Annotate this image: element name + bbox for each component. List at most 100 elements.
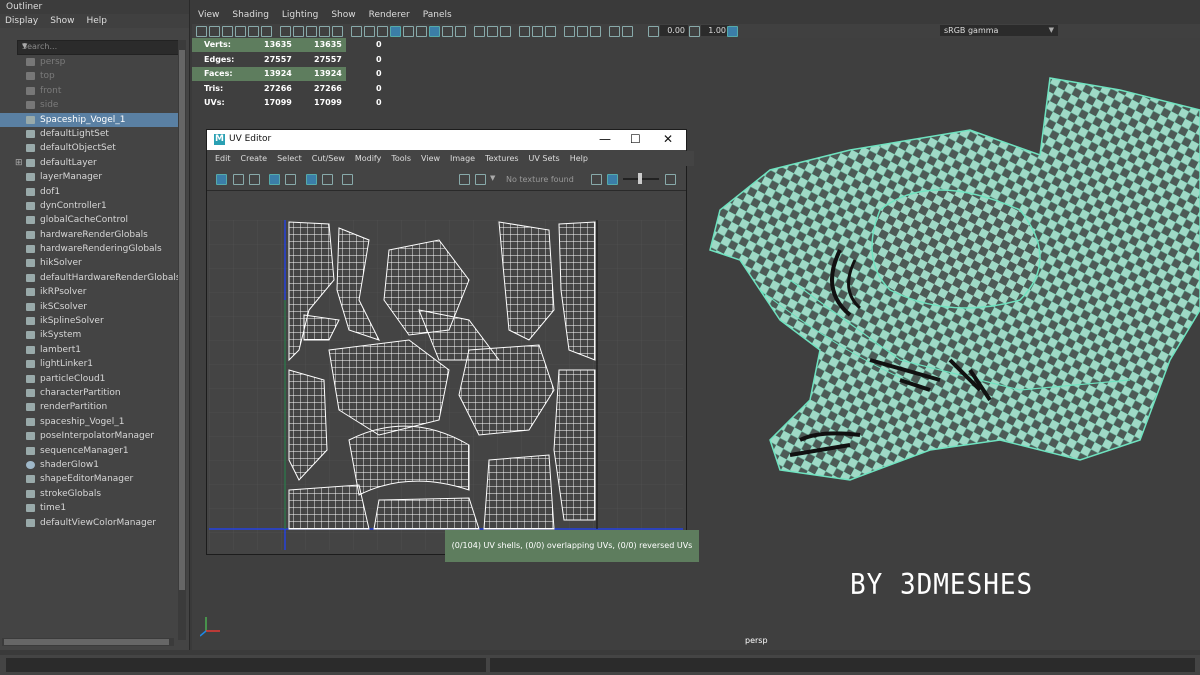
xray-active-icon[interactable] bbox=[564, 26, 575, 37]
outliner-item[interactable]: lambert1 bbox=[0, 343, 178, 357]
outliner-item[interactable]: particleCloud1 bbox=[0, 372, 178, 386]
outliner-item[interactable]: defaultViewColorManager bbox=[0, 516, 178, 530]
outliner-item[interactable]: renderPartition bbox=[0, 400, 178, 414]
depth-of-field-icon[interactable] bbox=[519, 26, 530, 37]
viewport-menu-view[interactable]: View bbox=[198, 10, 219, 24]
resolution-gate-icon[interactable] bbox=[306, 26, 317, 37]
2d-pan-zoom-icon[interactable] bbox=[248, 26, 259, 37]
outliner-item[interactable]: globalCacheControl bbox=[0, 213, 178, 227]
uv-menu-select[interactable]: Select bbox=[277, 151, 302, 166]
viewport-menu-lighting[interactable]: Lighting bbox=[282, 10, 318, 24]
ambient-occlusion-icon[interactable] bbox=[474, 26, 485, 37]
outliner-item[interactable]: side bbox=[0, 98, 178, 112]
outliner-search-input[interactable]: Search... ▼ bbox=[17, 40, 184, 55]
minimize-button[interactable]: — bbox=[599, 132, 611, 146]
outliner-item[interactable]: sequenceManager1 bbox=[0, 444, 178, 458]
color-space-select[interactable]: sRGB gamma ▼ bbox=[940, 25, 1058, 36]
safe-action-icon[interactable] bbox=[351, 26, 362, 37]
field-chart-icon[interactable] bbox=[332, 26, 343, 37]
outliner-item[interactable]: top bbox=[0, 69, 178, 83]
chevron-down-icon[interactable]: ▼ bbox=[22, 42, 180, 50]
image-display-icon[interactable] bbox=[216, 174, 227, 185]
wireframe-on-shaded-icon[interactable] bbox=[403, 26, 414, 37]
grease-pencil-icon[interactable] bbox=[261, 26, 272, 37]
outliner-item[interactable]: ikSystem bbox=[0, 328, 178, 342]
outliner-item[interactable]: defaultHardwareRenderGlobals bbox=[0, 271, 181, 285]
outliner-vertical-scrollbar[interactable] bbox=[178, 40, 186, 640]
outliner-item[interactable]: poseInterpolatorManager bbox=[0, 429, 178, 443]
shadows-icon[interactable] bbox=[455, 26, 466, 37]
outliner-item[interactable]: lightLinker1 bbox=[0, 357, 178, 371]
outliner-item[interactable]: defaultLightSet bbox=[0, 127, 178, 141]
scroll-thumb[interactable] bbox=[4, 639, 169, 645]
viewport-menu-panels[interactable]: Panels bbox=[423, 10, 452, 24]
image-icon[interactable] bbox=[459, 174, 470, 185]
outliner-item[interactable]: shapeEditorManager bbox=[0, 472, 178, 486]
outliner-item[interactable]: Spaceship_Vogel_1 bbox=[0, 112, 178, 127]
texture-borders-icon[interactable] bbox=[269, 174, 280, 185]
outliner-item[interactable]: persp bbox=[0, 55, 178, 69]
image-plane-icon[interactable] bbox=[235, 26, 246, 37]
xray-joints-icon[interactable] bbox=[545, 26, 556, 37]
uv-menu-uv-sets[interactable]: UV Sets bbox=[529, 151, 560, 166]
alpha-channel-icon[interactable] bbox=[607, 174, 618, 185]
safe-title-icon[interactable] bbox=[364, 26, 375, 37]
uv-menu-modify[interactable]: Modify bbox=[355, 151, 382, 166]
film-gate-icon[interactable] bbox=[293, 26, 304, 37]
outliner-item[interactable]: front bbox=[0, 84, 178, 98]
isolate-select-icon[interactable] bbox=[532, 26, 543, 37]
outliner-item[interactable]: characterPartition bbox=[0, 386, 178, 400]
motion-blur-icon[interactable] bbox=[487, 26, 498, 37]
chevron-down-icon[interactable]: ▼ bbox=[490, 174, 495, 182]
uv-menu-tools[interactable]: Tools bbox=[391, 151, 411, 166]
outliner-item[interactable]: dynController1 bbox=[0, 199, 178, 213]
uv-menu-edit[interactable]: Edit bbox=[215, 151, 231, 166]
outliner-item[interactable]: defaultObjectSet bbox=[0, 141, 178, 155]
color-management-icon[interactable] bbox=[727, 26, 738, 37]
snapshot-icon[interactable] bbox=[342, 174, 353, 185]
checker-icon[interactable] bbox=[233, 174, 244, 185]
outliner-item[interactable]: ⊞ defaultLayer bbox=[0, 156, 178, 170]
outliner-item[interactable]: ikSplineSolver bbox=[0, 314, 178, 328]
gamma-field[interactable]: 1.00 bbox=[701, 25, 729, 36]
exposure-field[interactable]: 0.00 bbox=[660, 25, 688, 36]
pixel-snap-icon[interactable] bbox=[322, 174, 333, 185]
outliner-item[interactable]: layerManager bbox=[0, 170, 178, 184]
expand-toolbar-icon[interactable] bbox=[665, 174, 676, 185]
outliner-menu-help[interactable]: Help bbox=[86, 14, 107, 28]
outliner-item[interactable]: dof1 bbox=[0, 185, 178, 199]
scroll-thumb[interactable] bbox=[179, 50, 185, 590]
checker-map-icon[interactable] bbox=[475, 174, 486, 185]
outliner-item[interactable]: hikSolver bbox=[0, 256, 178, 270]
shaded-uv-icon[interactable] bbox=[249, 174, 260, 185]
gate-mask-icon[interactable] bbox=[319, 26, 330, 37]
uv-canvas[interactable] bbox=[209, 220, 683, 550]
outliner-menu-display[interactable]: Display bbox=[5, 14, 38, 28]
outliner-item[interactable]: ikSCsolver bbox=[0, 300, 178, 314]
grid-toggle-icon[interactable] bbox=[306, 174, 317, 185]
outliner-item[interactable]: shaderGlow1 bbox=[0, 458, 178, 472]
uv-menu-view[interactable]: View bbox=[421, 151, 440, 166]
maximize-button[interactable]: ☐ bbox=[630, 132, 641, 146]
spaceship-model[interactable] bbox=[700, 60, 1200, 510]
outliner-item[interactable]: hardwareRenderingGlobals bbox=[0, 242, 178, 256]
outliner-horizontal-scrollbar[interactable] bbox=[2, 638, 174, 646]
close-button[interactable]: ✕ bbox=[663, 132, 673, 146]
outliner-item[interactable]: strokeGlobals bbox=[0, 487, 178, 501]
xray-components-icon[interactable] bbox=[577, 26, 588, 37]
uv-menu-help[interactable]: Help bbox=[570, 151, 588, 166]
uv-editor-titlebar[interactable]: M UV Editor — ☐ ✕ bbox=[207, 130, 686, 150]
backface-culling-icon[interactable] bbox=[590, 26, 601, 37]
rgb-channel-icon[interactable] bbox=[591, 174, 602, 185]
uv-menu-cut-sew[interactable]: Cut/Sew bbox=[312, 151, 345, 166]
hud-icon[interactable] bbox=[622, 26, 633, 37]
uv-menu-image[interactable]: Image bbox=[450, 151, 475, 166]
outliner-item[interactable]: ikRPsolver bbox=[0, 285, 178, 299]
expand-icon[interactable]: ⊞ bbox=[15, 156, 23, 170]
bookmark-icon[interactable] bbox=[222, 26, 233, 37]
chevron-down-icon[interactable]: ▼ bbox=[1049, 25, 1054, 36]
textured-icon[interactable] bbox=[429, 26, 440, 37]
outliner-item[interactable]: hardwareRenderGlobals bbox=[0, 228, 178, 242]
distortion-icon[interactable] bbox=[285, 174, 296, 185]
viewport-menu-shading[interactable]: Shading bbox=[232, 10, 269, 24]
